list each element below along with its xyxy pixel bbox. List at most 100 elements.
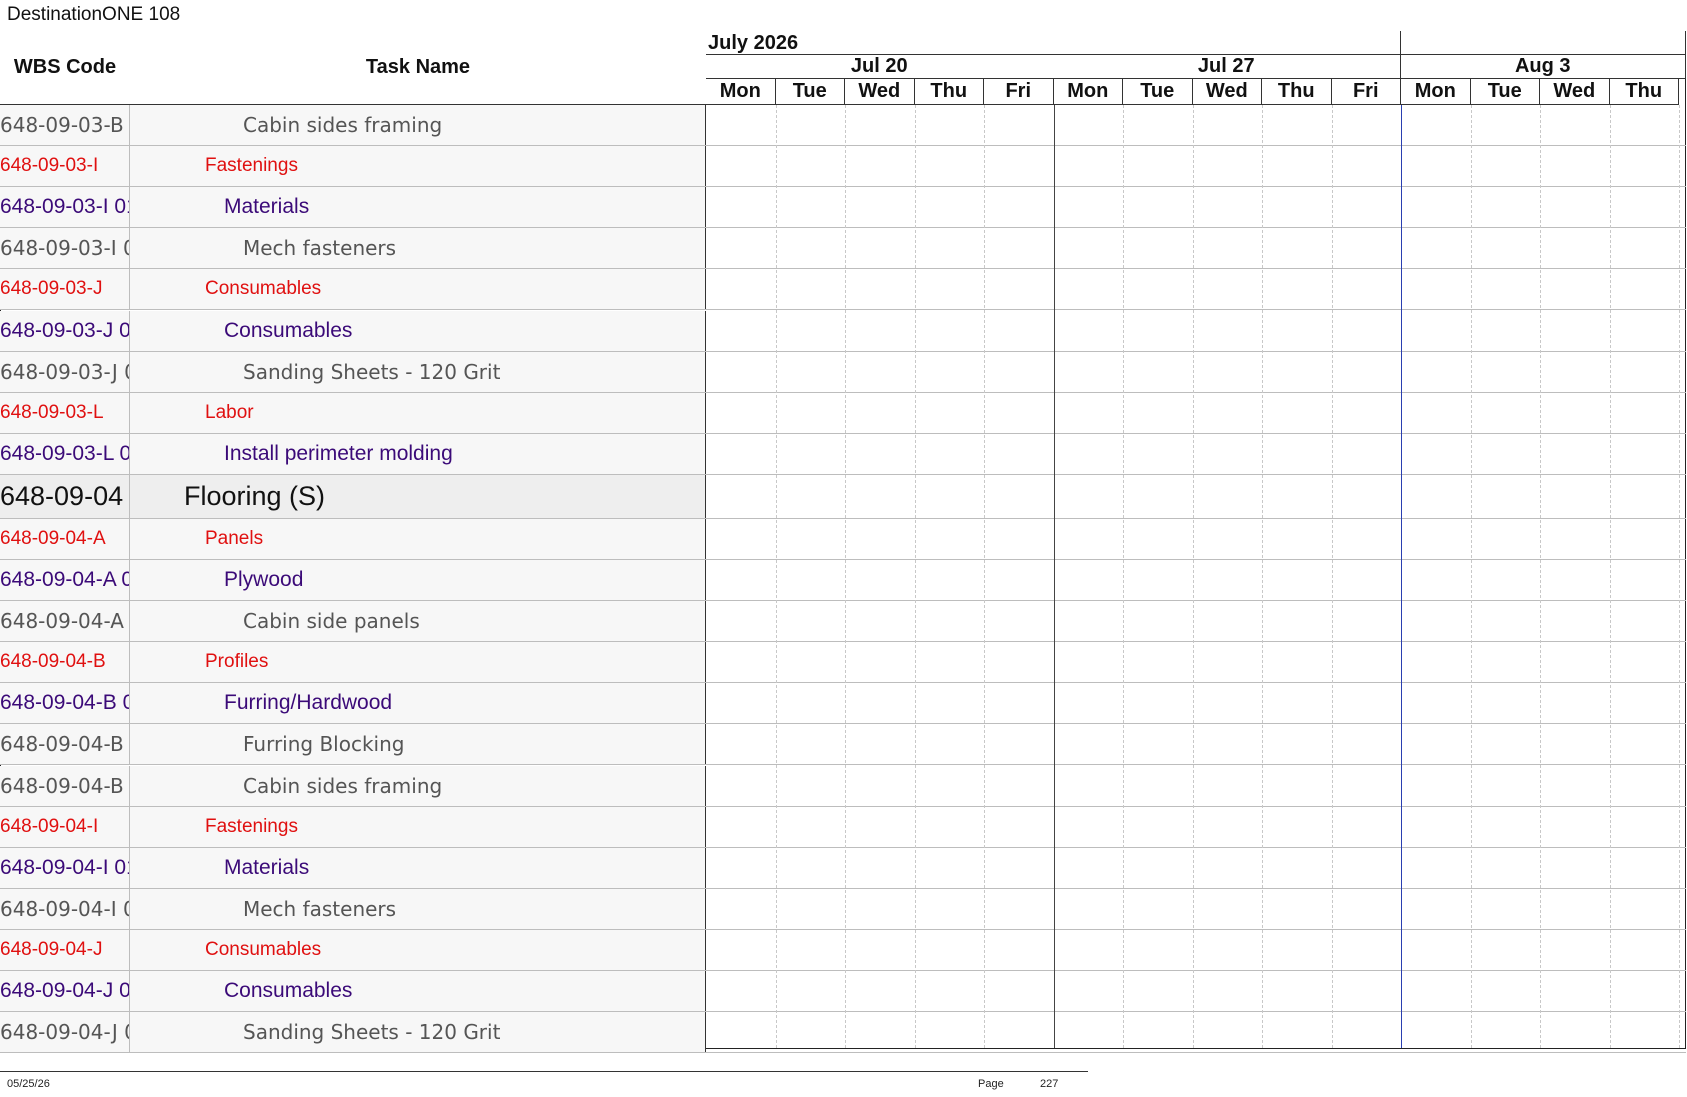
footer-date: 05/25/26 <box>7 1078 50 1090</box>
task-name-cell[interactable]: Cabin side panels <box>130 601 706 642</box>
table-row[interactable]: 648-09-03-I 01 Materials <box>0 187 1686 229</box>
wbs-code-cell[interactable]: 648-09-03-J <box>0 269 130 310</box>
table-row[interactable]: 648-09-03-L 01 Install perimeter molding <box>0 433 1686 475</box>
wbs-code-cell[interactable]: 648-09-04 <box>0 474 130 518</box>
wbs-code-cell[interactable]: 648-09-04-J 01- <box>0 1012 130 1053</box>
table-row[interactable]: 648-09-04-I 01-Mech fasteners <box>0 888 1686 930</box>
day-gridline <box>1053 105 1055 1048</box>
table-row[interactable]: 648-09-03-L Labor <box>0 392 1686 434</box>
table-row[interactable]: 648-09-03-I Fastenings <box>0 146 1686 188</box>
table-row[interactable]: 648-09-04-B 01-Cabin sides framing <box>0 765 1686 807</box>
wbs-code-cell[interactable]: 648-09-03-I 01 <box>0 187 130 228</box>
task-name-cell[interactable]: Consumables <box>130 269 706 310</box>
task-name-cell[interactable]: Cabin sides framing <box>130 105 706 146</box>
task-name-cell[interactable]: Materials <box>130 847 706 888</box>
task-name-cell[interactable]: Labor <box>130 392 706 433</box>
task-name-cell[interactable]: Mech fasteners <box>130 228 706 269</box>
wbs-code-cell[interactable]: 648-09-04-I 01 <box>0 847 130 888</box>
day-header: Thu <box>1609 79 1679 105</box>
wbs-code-cell[interactable]: 648-09-04-I 01- <box>0 888 130 929</box>
table-row[interactable]: 648-09-04-J 01-Sanding Sheets - 120 Grit <box>0 1012 1686 1054</box>
day-header: Tue <box>1123 79 1193 105</box>
day-gridline <box>845 105 846 1048</box>
table-row[interactable]: 648-09-04-I Fastenings <box>0 806 1686 848</box>
day-gridline <box>775 105 777 1048</box>
wbs-code-cell[interactable]: 648-09-04-B 01- <box>0 765 130 806</box>
task-name-cell[interactable]: Fastenings <box>130 806 706 847</box>
day-gridline <box>1123 105 1124 1048</box>
wbs-code-cell[interactable]: 648-09-03-L <box>0 392 130 433</box>
task-name-cell[interactable]: Install perimeter molding <box>130 433 706 474</box>
day-header: Fri <box>1331 79 1401 105</box>
task-name-cell[interactable]: Furring/Hardwood <box>130 683 706 724</box>
day-gridline <box>1192 105 1194 1048</box>
table-row[interactable]: 648-09-04-A 01-Cabin side panels <box>0 601 1686 643</box>
wbs-column-header[interactable]: WBS Code <box>0 31 131 105</box>
day-header: Wed <box>845 79 915 105</box>
day-header: Mon <box>1401 79 1471 105</box>
footer-page-label: Page <box>978 1078 1004 1090</box>
table-row[interactable]: 648-09-04-B Profiles <box>0 642 1686 684</box>
wbs-code-cell[interactable]: 648-09-03-J 01- <box>0 351 130 392</box>
day-header: Thu <box>1262 79 1332 105</box>
wbs-code-cell[interactable]: 648-09-04-A 01 <box>0 560 130 601</box>
table-row[interactable]: 648-09-04-J Consumables <box>0 929 1686 971</box>
table-row[interactable]: 648-09-03-B 01-Cabin sides framing <box>0 105 1686 147</box>
task-name-cell[interactable]: Consumables <box>130 971 706 1012</box>
wbs-code-cell[interactable]: 648-09-04-A 01- <box>0 601 130 642</box>
table-row[interactable]: 648-09-03-J 01 Consumables <box>0 310 1686 352</box>
task-name-cell[interactable]: Cabin sides framing <box>130 765 706 806</box>
wbs-code-cell[interactable]: 648-09-03-J 01 <box>0 310 130 351</box>
task-name-cell[interactable]: Panels <box>130 518 706 559</box>
wbs-code-cell[interactable]: 648-09-03-B 01- <box>0 105 130 146</box>
day-gridline <box>1540 105 1541 1048</box>
table-row[interactable]: 648-09-03-J 01-Sanding Sheets - 120 Grit <box>0 351 1686 393</box>
wbs-code-cell[interactable]: 648-09-04-B 01- <box>0 724 130 765</box>
table-row[interactable]: 648-09-03-I 01-Mech fasteners <box>0 228 1686 270</box>
task-column-header[interactable]: Task Name <box>130 31 707 105</box>
week-header: Jul 20 <box>706 55 1054 79</box>
task-name-cell[interactable]: Sanding Sheets - 120 Grit <box>130 351 706 392</box>
month-header-cell-next <box>1401 31 1686 55</box>
task-name-cell[interactable]: Mech fasteners <box>130 888 706 929</box>
wbs-code-cell[interactable]: 648-09-03-I <box>0 146 130 187</box>
day-header: Fri <box>984 79 1054 105</box>
day-header: Wed <box>1540 79 1610 105</box>
day-header: Wed <box>1192 79 1262 105</box>
day-header: Mon <box>1053 79 1123 105</box>
table-row[interactable]: 648-09-04-A 01Plywood <box>0 560 1686 602</box>
table-row[interactable]: 648-09-04-A Panels <box>0 518 1686 560</box>
wbs-code-cell[interactable]: 648-09-03-L 01 <box>0 433 130 474</box>
day-header: Thu <box>914 79 984 105</box>
task-name-cell[interactable]: Furring Blocking <box>130 724 706 765</box>
week-header: Jul 27 <box>1053 55 1401 79</box>
task-name-cell[interactable]: Materials <box>130 187 706 228</box>
task-name-cell[interactable]: Fastenings <box>130 146 706 187</box>
table-row[interactable]: 648-09-04-B 01Furring/Hardwood <box>0 683 1686 725</box>
day-header: Tue <box>1470 79 1540 105</box>
table-row[interactable]: 648-09-03-J Consumables <box>0 269 1686 311</box>
task-name-cell[interactable]: Plywood <box>130 560 706 601</box>
task-name-cell[interactable]: Flooring (S) <box>130 474 706 518</box>
table-row[interactable]: 648-09-04-I 01 Materials <box>0 847 1686 889</box>
wbs-code-cell[interactable]: 648-09-04-A <box>0 518 130 559</box>
task-name-cell[interactable]: Consumables <box>130 310 706 351</box>
table-row[interactable]: 648-09-04-B 01-Furring Blocking <box>0 724 1686 766</box>
wbs-code-cell[interactable]: 648-09-04-I <box>0 806 130 847</box>
month-header-cell <box>706 31 1401 55</box>
task-name-cell[interactable]: Sanding Sheets - 120 Grit <box>130 1012 706 1053</box>
wbs-code-cell[interactable]: 648-09-04-J <box>0 929 130 970</box>
day-gridline <box>1470 105 1472 1048</box>
wbs-code-cell[interactable]: 648-09-04-J 01 <box>0 971 130 1012</box>
wbs-code-cell[interactable]: 648-09-04-B <box>0 642 130 683</box>
day-gridline <box>1609 105 1611 1048</box>
wbs-code-cell[interactable]: 648-09-03-I 01- <box>0 228 130 269</box>
wbs-code-cell[interactable]: 648-09-04-B 01 <box>0 683 130 724</box>
day-gridline <box>1262 105 1263 1048</box>
task-name-cell[interactable]: Consumables <box>130 929 706 970</box>
task-name-cell[interactable]: Profiles <box>130 642 706 683</box>
table-row[interactable]: 648-09-04 Flooring (S) <box>0 474 1686 519</box>
table-row[interactable]: 648-09-04-J 01 Consumables <box>0 971 1686 1013</box>
day-gridline <box>1331 105 1333 1048</box>
today-line <box>1401 105 1402 1048</box>
